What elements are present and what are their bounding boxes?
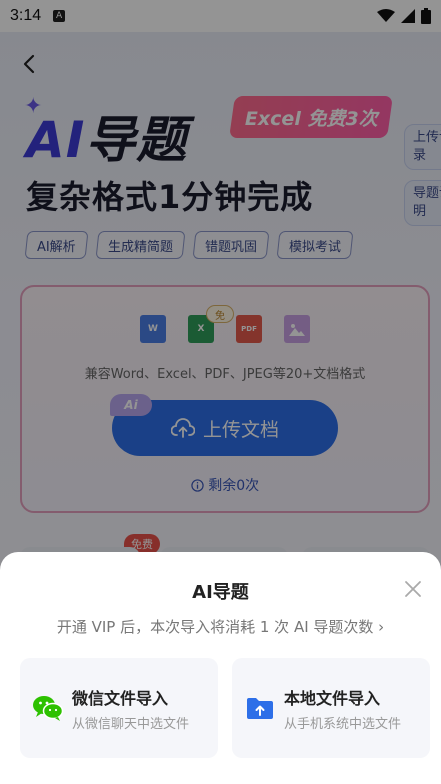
wechat-import-option[interactable]: 微信文件导入 从微信聊天中选文件 bbox=[20, 658, 218, 758]
sheet-title: AI导题 bbox=[192, 582, 249, 603]
folder-upload-icon bbox=[244, 692, 276, 724]
import-bottom-sheet: AI导题 开通 VIP 后，本次导入将消耗 1 次 AI 导题次数 › 微信文件… bbox=[0, 552, 441, 784]
option-title: 本地文件导入 bbox=[284, 688, 381, 708]
vip-tip-link[interactable]: 开通 VIP 后，本次导入将消耗 1 次 AI 导题次数 › bbox=[0, 616, 441, 637]
local-import-option[interactable]: 本地文件导入 从手机系统中选文件 bbox=[232, 658, 430, 758]
option-subtitle: 从微信聊天中选文件 bbox=[72, 716, 190, 732]
option-subtitle: 从手机系统中选文件 bbox=[284, 716, 402, 732]
option-title: 微信文件导入 bbox=[72, 688, 169, 708]
wechat-icon bbox=[32, 692, 64, 724]
close-icon[interactable] bbox=[403, 579, 423, 599]
